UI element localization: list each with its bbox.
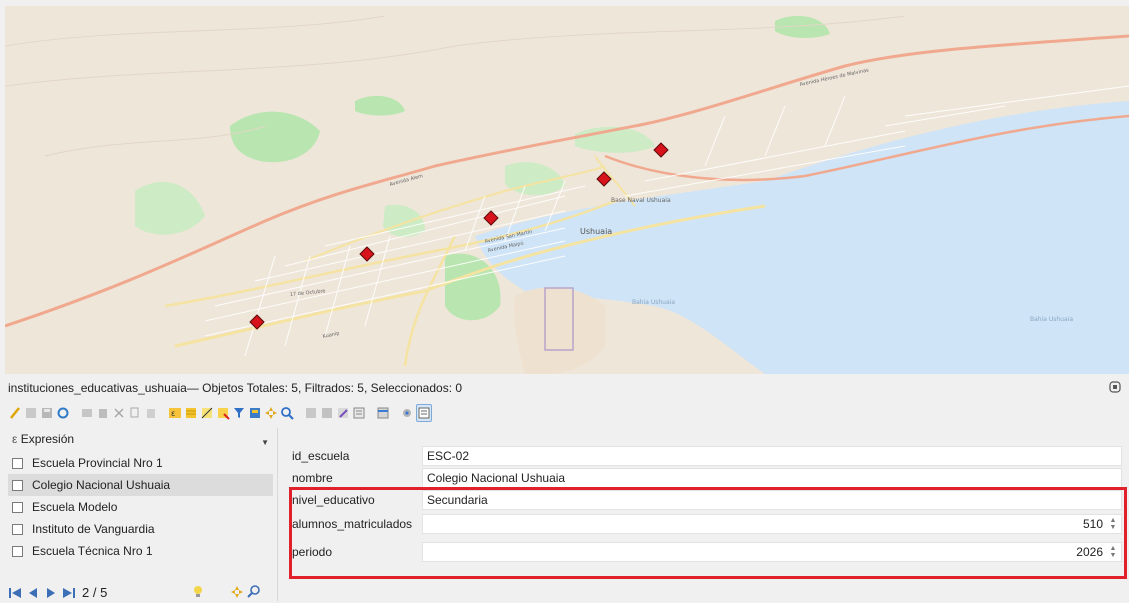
nombre-field[interactable]: Colegio Nacional Ushuaia [422, 468, 1122, 488]
feature-counter: 2 / 5 [82, 585, 108, 600]
previous-feature-icon[interactable] [26, 586, 40, 600]
filter-icon[interactable] [232, 404, 246, 422]
checkbox[interactable] [12, 501, 23, 513]
last-feature-icon[interactable] [62, 586, 76, 600]
cut-icon[interactable] [112, 404, 126, 422]
list-item-label: Escuela Provincial Nro 1 [32, 456, 163, 470]
select-all-icon[interactable] [184, 404, 198, 422]
copy-icon[interactable] [128, 404, 142, 422]
checkbox[interactable] [12, 479, 23, 491]
expression-icon: ε [12, 432, 18, 446]
add-feature-icon[interactable] [80, 404, 94, 422]
zoom-to-icon[interactable] [280, 404, 294, 422]
feature-list: Escuela Provincial Nro 1 Colegio Naciona… [8, 452, 273, 562]
list-item[interactable]: Escuela Provincial Nro 1 [8, 452, 273, 474]
form-view-icon[interactable] [416, 404, 432, 422]
deselect-icon[interactable] [216, 404, 230, 422]
checkbox[interactable] [12, 523, 23, 535]
first-feature-icon[interactable] [8, 586, 22, 600]
list-item-label: Escuela Modelo [32, 500, 118, 514]
pan-to-icon[interactable] [264, 404, 278, 422]
field-label: nombre [292, 471, 333, 485]
edit-pencil-icon[interactable] [8, 404, 22, 422]
field-label: id_escuela [292, 449, 350, 463]
dock-restore-icon[interactable] [1109, 381, 1121, 393]
reload-icon[interactable] [56, 404, 70, 422]
id-escuela-field[interactable]: ESC-02 [422, 446, 1122, 466]
conditional-format-icon[interactable] [352, 404, 366, 422]
field-calculator-icon[interactable] [336, 404, 350, 422]
form-row-id-escuela: id_escuela ESC-02 [278, 445, 1129, 467]
map-label-naval: Base Naval Ushuaia [611, 197, 671, 204]
list-item[interactable]: Colegio Nacional Ushuaia [8, 474, 273, 496]
new-field-icon[interactable] [304, 404, 318, 422]
list-item[interactable]: Escuela Técnica Nro 1 [8, 540, 273, 562]
actions-icon[interactable] [400, 404, 414, 422]
expression-selector[interactable]: ε Expresión ▼ [8, 428, 273, 450]
form-row-nombre: nombre Colegio Nacional Ushuaia [278, 467, 1129, 489]
delete-icon[interactable] [96, 404, 110, 422]
lightbulb-icon[interactable] [191, 584, 205, 600]
highlight-box [289, 487, 1127, 579]
delete-field-icon[interactable] [320, 404, 334, 422]
map-canvas[interactable]: Ushuaia Base Naval Ushuaia Bahia Ushuaia… [5, 6, 1129, 374]
feature-list-panel: ε Expresión ▼ Escuela Provincial Nro 1 C… [8, 428, 273, 601]
map-label-bay-1: Bahia Ushuaia [632, 299, 675, 306]
list-item-label: Colegio Nacional Ushuaia [32, 478, 171, 492]
list-item[interactable]: Escuela Modelo [8, 496, 273, 518]
next-feature-icon[interactable] [44, 586, 58, 600]
checkbox[interactable] [12, 545, 23, 557]
attribute-table-header: instituciones_educativas_ushuaia— Objeto… [8, 381, 1123, 397]
list-item-label: Escuela Técnica Nro 1 [32, 544, 153, 558]
map-label-bay-2: Bahia Ushuaia [1030, 316, 1073, 323]
feature-navigation: 2 / 5 [8, 584, 273, 601]
multi-edit-icon[interactable] [24, 404, 38, 422]
zoom-icon[interactable] [246, 584, 262, 600]
expression-label: ε Expresión [12, 432, 74, 446]
list-item[interactable]: Instituto de Vanguardia [8, 518, 273, 540]
pan-icon[interactable] [230, 584, 244, 600]
attribute-table-title: instituciones_educativas_ushuaia— Objeto… [8, 381, 463, 395]
invert-selection-icon[interactable] [200, 404, 214, 422]
chevron-down-icon[interactable]: ▼ [261, 438, 269, 447]
save-icon[interactable] [40, 404, 54, 422]
paste-icon[interactable] [144, 404, 158, 422]
attribute-toolbar: ε [8, 402, 432, 424]
expression-text: Expresión [20, 432, 75, 446]
svg-text:ε: ε [171, 409, 175, 418]
checkbox[interactable] [12, 457, 23, 469]
expression-select-icon[interactable]: ε [168, 404, 182, 422]
dock-icon[interactable] [376, 404, 390, 422]
move-selection-top-icon[interactable] [248, 404, 262, 422]
map-label-city: Ushuaia [580, 227, 612, 236]
list-item-label: Instituto de Vanguardia [32, 522, 155, 536]
